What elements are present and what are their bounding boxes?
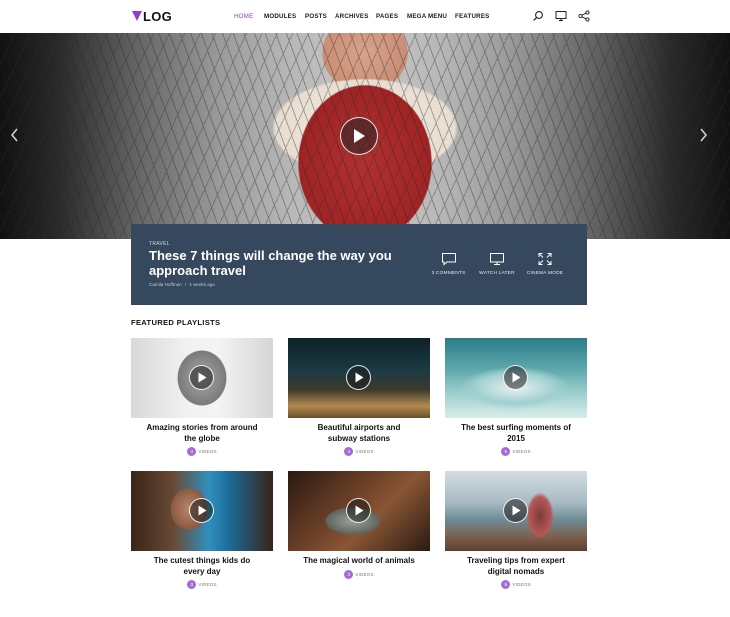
playlist-video-count: 3 VIDEOS <box>131 580 273 589</box>
featured-post-card: TRAVEL These 7 things will change the wa… <box>131 224 587 305</box>
expand-icon <box>537 252 553 266</box>
count-label: VIDEOS <box>198 582 217 587</box>
logo-mark-icon <box>132 11 142 21</box>
meta-separator: / <box>184 282 187 287</box>
comments-button[interactable]: 3 COMMENTS <box>431 252 466 276</box>
play-icon[interactable] <box>346 498 371 523</box>
cinema-mode-label: CINEMA MODE <box>526 271 564 276</box>
playlist-video-count: 5 VIDEOS <box>445 447 587 456</box>
playlist-thumbnail[interactable] <box>288 338 430 418</box>
playlist-title[interactable]: Amazing stories from around the globe <box>131 423 273 444</box>
nav-item-archives[interactable]: ARCHIVES <box>335 13 369 20</box>
monitor-icon <box>489 252 505 266</box>
share-icon[interactable] <box>578 10 590 22</box>
nav-item-modules[interactable]: MODULES <box>264 13 296 20</box>
playlist-thumbnail[interactable] <box>131 471 273 551</box>
playlist-card[interactable]: Amazing stories from around the globe 4 … <box>131 338 273 456</box>
hero-video[interactable] <box>0 33 730 239</box>
count-label: VIDEOS <box>512 449 531 454</box>
post-time: 4 weeks ago <box>189 282 215 287</box>
playlist-title[interactable]: Beautiful airports and subway stations <box>288 423 430 444</box>
watch-later-label: WATCH LATER <box>479 271 515 276</box>
count-badge: 5 <box>501 580 511 589</box>
playlist-title[interactable]: The magical world of animals <box>288 556 430 567</box>
search-icon[interactable] <box>532 10 544 22</box>
monitor-icon[interactable] <box>555 10 567 22</box>
nav-item-pages[interactable]: PAGES <box>376 13 398 20</box>
playlist-video-count: 4 VIDEOS <box>131 447 273 456</box>
cinema-mode-button[interactable]: CINEMA MODE <box>527 252 563 276</box>
playlist-thumbnail[interactable] <box>288 471 430 551</box>
playlist-card[interactable]: Traveling tips from expert digital nomad… <box>445 471 587 589</box>
count-badge: 4 <box>187 447 197 456</box>
post-meta: Camila Hoffman / 4 weeks ago <box>149 282 215 287</box>
playlist-card[interactable]: Beautiful airports and subway stations 4… <box>288 338 430 456</box>
count-badge: 3 <box>344 569 354 579</box>
featured-playlists-heading: FEATURED PLAYLISTS <box>131 318 221 327</box>
playlist-video-count: 3 VIDEOS <box>288 569 430 579</box>
logo-text: LOG <box>143 8 173 24</box>
play-icon[interactable] <box>503 365 528 390</box>
playlist-thumbnail[interactable] <box>445 338 587 418</box>
count-badge: 3 <box>187 580 197 589</box>
count-label: VIDEOS <box>355 449 374 454</box>
nav-item-mega-menu[interactable]: MEGA MENU <box>407 13 447 20</box>
post-category[interactable]: TRAVEL <box>149 241 170 247</box>
watch-later-button[interactable]: WATCH LATER <box>479 252 515 276</box>
playlist-thumbnail[interactable] <box>445 471 587 551</box>
nav-item-posts[interactable]: POSTS <box>305 13 327 20</box>
post-title[interactable]: These 7 things will change the way you a… <box>149 248 419 278</box>
playlist-title[interactable]: The best surfing moments of 2015 <box>445 423 587 444</box>
playlist-card[interactable]: The best surfing moments of 2015 5 VIDEO… <box>445 338 587 456</box>
playlist-thumbnail[interactable] <box>131 338 273 418</box>
playlist-video-count: 4 VIDEOS <box>288 447 430 456</box>
playlist-card[interactable]: The magical world of animals 3 VIDEOS <box>288 471 430 579</box>
playlist-title[interactable]: The cutest things kids do every day <box>131 556 273 577</box>
count-badge: 5 <box>501 447 511 456</box>
playlist-card[interactable]: The cutest things kids do every day 3 VI… <box>131 471 273 589</box>
site-header: LOG HOME MODULES POSTS ARCHIVES PAGES ME… <box>0 0 730 33</box>
playlist-title[interactable]: Traveling tips from expert digital nomad… <box>445 556 587 577</box>
play-icon[interactable] <box>340 117 378 155</box>
post-author[interactable]: Camila Hoffman <box>149 282 182 287</box>
nav-item-features[interactable]: FEATURES <box>455 13 490 20</box>
play-icon[interactable] <box>189 365 214 390</box>
chevron-right-icon[interactable] <box>698 128 708 142</box>
comment-icon <box>441 252 457 266</box>
play-icon[interactable] <box>503 498 528 523</box>
count-label: VIDEOS <box>512 582 531 587</box>
comments-label: 3 COMMENTS <box>431 271 466 276</box>
site-logo[interactable]: LOG <box>132 8 173 24</box>
playlist-video-count: 5 VIDEOS <box>445 580 587 589</box>
count-label: VIDEOS <box>198 449 217 454</box>
count-label: VIDEOS <box>355 571 374 577</box>
nav-item-home[interactable]: HOME <box>234 13 253 20</box>
play-icon[interactable] <box>189 498 214 523</box>
count-badge: 4 <box>344 447 354 456</box>
play-icon[interactable] <box>346 365 371 390</box>
chevron-left-icon[interactable] <box>10 128 20 142</box>
